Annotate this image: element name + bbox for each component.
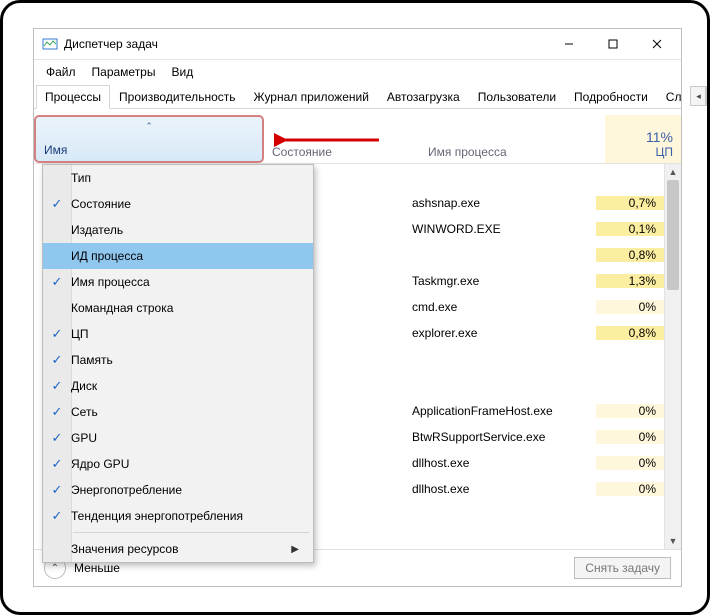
tab-details[interactable]: Подробности (565, 85, 657, 109)
cell-process-name: ashsnap.exe (404, 196, 596, 210)
chevron-up-icon: ⌃ (51, 563, 59, 574)
cm-item-state[interactable]: ✓ Состояние (43, 191, 313, 217)
maximize-button[interactable] (591, 30, 635, 58)
check-icon: ✓ (43, 482, 71, 498)
sort-indicator-icon: ⌃ (145, 121, 153, 132)
cell-process-name: cmd.exe (404, 300, 596, 314)
cm-item-cpu[interactable]: ✓ ЦП (43, 321, 313, 347)
tab-scroll-right[interactable]: ▸ (706, 86, 710, 106)
cell-process-name: dllhost.exe (404, 456, 596, 470)
cm-item-power-trend[interactable]: ✓ Тенденция энергопотребления (43, 503, 313, 529)
titlebar: Диспетчер задач (34, 29, 681, 60)
cm-item-process-name[interactable]: ✓ Имя процесса (43, 269, 313, 295)
tab-scroll-left[interactable]: ◂ (690, 86, 706, 106)
cell-cpu: 0% (596, 456, 664, 470)
fewer-details-label: Меньше (74, 561, 120, 575)
scroll-down-button[interactable]: ▼ (665, 533, 681, 549)
cell-cpu: 0% (596, 300, 664, 314)
app-icon (42, 36, 58, 52)
check-icon: ✓ (43, 352, 71, 368)
tab-processes[interactable]: Процессы (36, 85, 110, 109)
tabs: Процессы Производительность Журнал прило… (34, 84, 681, 109)
column-headers: ⌃ Имя Состояние Имя процесса 11% ЦП (34, 115, 681, 164)
cell-cpu: 0,8% (596, 326, 664, 340)
menubar: Файл Параметры Вид (34, 60, 681, 84)
cm-item-command-line[interactable]: Командная строка (43, 295, 313, 321)
check-icon: ✓ (43, 274, 71, 290)
column-context-menu: Тип ✓ Состояние Издатель ИД процесса (42, 164, 314, 563)
column-cpu[interactable]: 11% ЦП (605, 115, 681, 163)
menu-separator (73, 532, 309, 533)
cell-process-name: explorer.exe (404, 326, 596, 340)
check-icon: ✓ (43, 508, 71, 524)
task-manager-window: Диспетчер задач Файл Параметры Вид Проце… (33, 28, 682, 587)
cm-item-disk[interactable]: ✓ Диск (43, 373, 313, 399)
cm-item-resource-values[interactable]: Значения ресурсов ▶ (43, 536, 313, 562)
check-icon: ✓ (43, 326, 71, 342)
window-title: Диспетчер задач (64, 37, 158, 51)
cpu-total: 11% (646, 129, 673, 145)
scroll-up-button[interactable]: ▲ (665, 164, 681, 180)
end-task-button[interactable]: Снять задачу (574, 557, 671, 579)
cell-cpu: 0% (596, 482, 664, 496)
scroll-thumb[interactable] (667, 180, 679, 290)
column-process-name[interactable]: Имя процесса (420, 115, 605, 163)
menu-options[interactable]: Параметры (86, 62, 162, 82)
tab-startup[interactable]: Автозагрузка (378, 85, 469, 109)
cell-cpu: 0% (596, 430, 664, 444)
check-icon: ✓ (43, 378, 71, 394)
cell-process-name: BtwRSupportService.exe (404, 430, 596, 444)
cell-process-name: Taskmgr.exe (404, 274, 596, 288)
cell-cpu: 0,8% (596, 248, 664, 262)
cm-item-network[interactable]: ✓ Сеть (43, 399, 313, 425)
vertical-scrollbar[interactable]: ▲ ▼ (664, 164, 681, 549)
tab-performance[interactable]: Производительность (110, 85, 244, 109)
cell-process-name: WINWORD.EXE (404, 222, 596, 236)
tab-services[interactable]: Сл (657, 85, 691, 109)
cm-item-power-usage[interactable]: ✓ Энергопотребление (43, 477, 313, 503)
cm-item-publisher[interactable]: Издатель (43, 217, 313, 243)
check-icon: ✓ (43, 404, 71, 420)
menu-file[interactable]: Файл (40, 62, 82, 82)
cell-cpu: 0% (596, 404, 664, 418)
cell-process-name: ApplicationFrameHost.exe (404, 404, 596, 418)
column-name[interactable]: ⌃ Имя (34, 115, 264, 163)
check-icon: ✓ (43, 456, 71, 472)
menu-view[interactable]: Вид (165, 62, 199, 82)
cm-item-memory[interactable]: ✓ Память (43, 347, 313, 373)
tab-users[interactable]: Пользователи (469, 85, 565, 109)
cell-cpu: 0,7% (596, 196, 664, 210)
cm-item-type[interactable]: Тип (43, 165, 313, 191)
cm-item-pid[interactable]: ИД процесса (43, 243, 313, 269)
cell-cpu: 1,3% (596, 274, 664, 288)
process-list: Тип ✓ Состояние Издатель ИД процесса (34, 164, 681, 549)
column-state[interactable]: Состояние (264, 115, 420, 163)
tab-app-history[interactable]: Журнал приложений (245, 85, 378, 109)
scroll-track[interactable] (665, 180, 681, 533)
cm-item-gpu[interactable]: ✓ GPU (43, 425, 313, 451)
close-button[interactable] (635, 30, 679, 58)
cell-process-name: dllhost.exe (404, 482, 596, 496)
check-icon: ✓ (43, 196, 71, 212)
submenu-arrow-icon: ▶ (291, 544, 299, 555)
cm-item-gpu-engine[interactable]: ✓ Ядро GPU (43, 451, 313, 477)
cell-cpu: 0,1% (596, 222, 664, 236)
minimize-button[interactable] (547, 30, 591, 58)
column-name-label: Имя (44, 143, 254, 157)
check-icon: ✓ (43, 430, 71, 446)
